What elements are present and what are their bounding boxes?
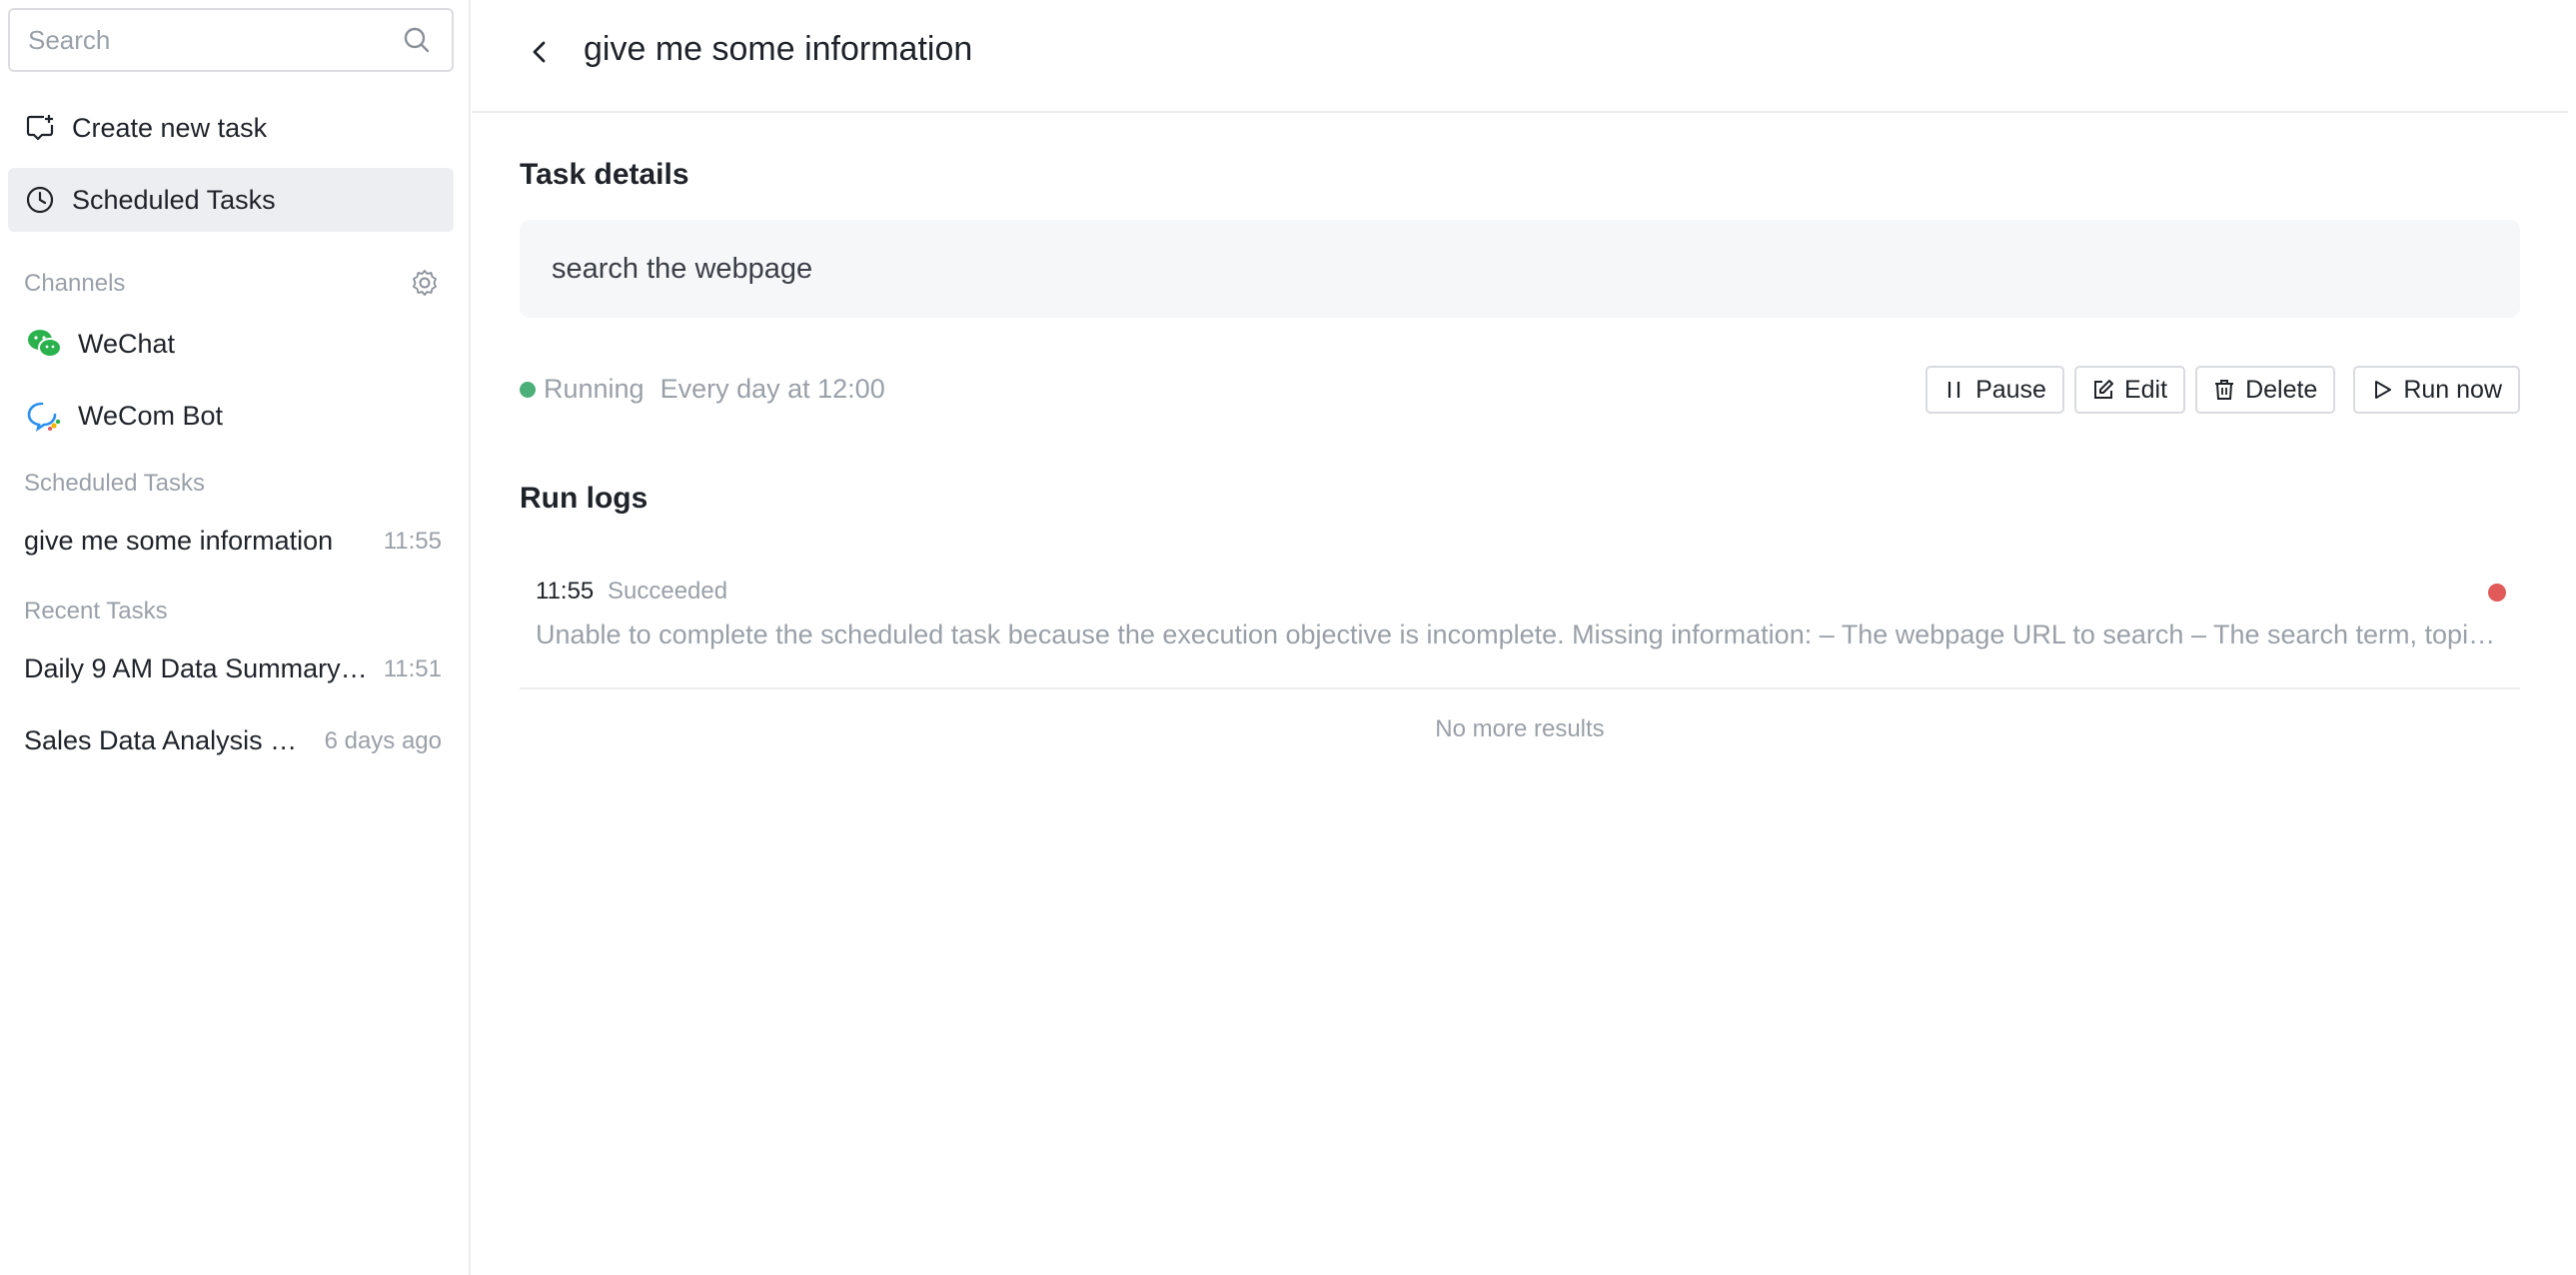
channel-wechat[interactable]: WeChat: [24, 324, 175, 364]
edit-button[interactable]: Edit: [2073, 366, 2186, 414]
log-unread-indicator: [2488, 584, 2506, 602]
page-title: give me some information: [584, 30, 973, 68]
schedule-label: Every day at 12:00: [659, 374, 885, 404]
create-new-task-button[interactable]: Create new task: [8, 96, 454, 160]
recent-task-time: 11:51: [383, 654, 442, 682]
chevron-left-icon: [533, 41, 546, 63]
scheduled-tasks-nav-label: Scheduled Tasks: [72, 184, 276, 215]
channels-settings-gear-icon[interactable]: [410, 268, 440, 298]
search-input[interactable]: [28, 24, 400, 56]
trash-icon: [2211, 377, 2237, 403]
main-header: give me some information: [472, 0, 2568, 113]
channels-section-label: Channels: [24, 270, 126, 297]
scheduled-task-item[interactable]: give me some information 11:55: [24, 526, 442, 557]
task-details-content: search the webpage: [520, 220, 2520, 318]
recent-tasks-section-label: Recent Tasks: [24, 598, 168, 625]
recent-task-item[interactable]: Daily 9 AM Data Summary Report 11:51: [24, 653, 442, 684]
task-actions: Pause Edit Delete Run now: [1926, 366, 2520, 414]
run-now-button[interactable]: Run now: [2353, 366, 2520, 414]
search-icon[interactable]: [400, 23, 434, 57]
scheduled-tasks-nav-item[interactable]: Scheduled Tasks: [8, 168, 454, 232]
new-task-icon: [24, 112, 56, 144]
edit-icon: [2090, 377, 2116, 403]
clock-icon: [24, 184, 56, 216]
run-logs-heading: Run logs: [520, 482, 648, 515]
pause-label: Pause: [1975, 375, 2046, 404]
create-new-task-label: Create new task: [72, 112, 268, 143]
play-icon: [2369, 377, 2395, 403]
recent-task-time: 6 days ago: [324, 726, 442, 754]
sidebar: Create new task Scheduled Tasks Channels…: [0, 0, 471, 1275]
log-message: Unable to complete the scheduled task be…: [536, 620, 2496, 649]
wecom-bot-icon: [24, 396, 64, 436]
main-panel: give me some information Task details se…: [472, 0, 2568, 1275]
back-button[interactable]: [522, 34, 558, 70]
scheduled-task-time: 11:55: [383, 527, 442, 555]
task-status: Running Every day at 12:00: [520, 374, 885, 405]
status-indicator-dot: [520, 381, 536, 398]
wechat-icon: [24, 324, 64, 364]
scheduled-task-name: give me some information: [24, 526, 334, 556]
no-more-results-label: No more results: [1435, 715, 1605, 742]
log-time: 11:55: [536, 578, 595, 605]
channel-wecom-bot[interactable]: WeCom Bot: [24, 396, 223, 436]
search-box[interactable]: [8, 8, 454, 72]
run-now-label: Run now: [2403, 375, 2502, 404]
pause-button[interactable]: Pause: [1926, 366, 2064, 414]
edit-label: Edit: [2123, 375, 2168, 404]
recent-task-item[interactable]: Sales Data Analysis Report 6 days ago: [24, 725, 442, 756]
channel-wecom-bot-label: WeCom Bot: [78, 400, 224, 431]
log-status: Succeeded: [608, 578, 728, 605]
run-log-entry[interactable]: 11:55 Succeeded Unable to complete the s…: [520, 560, 2520, 689]
delete-button[interactable]: Delete: [2195, 366, 2336, 414]
recent-task-name: Sales Data Analysis Report: [24, 725, 308, 755]
delete-label: Delete: [2245, 375, 2318, 404]
recent-task-name: Daily 9 AM Data Summary Report: [24, 653, 370, 683]
channel-wechat-label: WeChat: [78, 328, 176, 359]
status-label: Running: [544, 374, 644, 404]
scheduled-tasks-section-label: Scheduled Tasks: [24, 470, 206, 497]
task-details-heading: Task details: [520, 158, 689, 191]
pause-icon: [1941, 377, 1967, 403]
